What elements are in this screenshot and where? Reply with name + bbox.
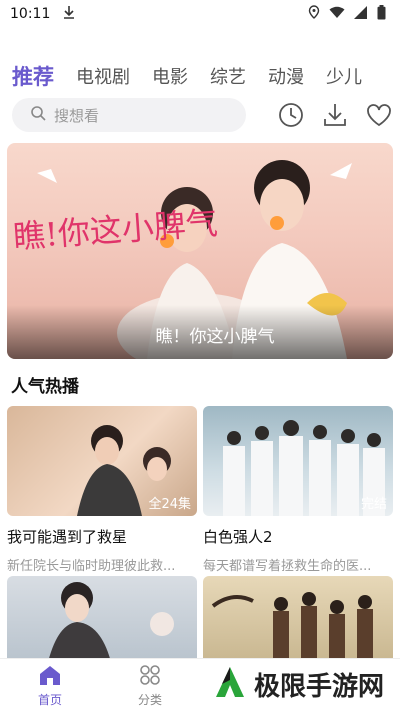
battery-icon bbox=[377, 4, 386, 24]
nav-category[interactable]: 分类 bbox=[100, 659, 200, 712]
site-watermark: 极限手游网 bbox=[207, 662, 392, 706]
watermark-logo-icon bbox=[212, 664, 248, 704]
grid-icon bbox=[139, 664, 161, 689]
category-tabs: 推荐 电视剧 电影 综艺 动漫 少儿 bbox=[0, 56, 400, 96]
download-notification-icon bbox=[62, 5, 76, 23]
show-thumbnail: 全24集 bbox=[7, 406, 197, 516]
tab-movies[interactable]: 电影 bbox=[152, 63, 188, 89]
show-card[interactable]: 全24集 我可能遇到了救星 新任院长与临时助理彼此救... bbox=[7, 406, 197, 574]
status-bar: 10:11 bbox=[0, 0, 400, 28]
signal-icon bbox=[354, 5, 368, 23]
search-row: 搜想看 bbox=[12, 98, 392, 132]
tab-kids[interactable]: 少儿 bbox=[326, 63, 362, 89]
tab-recommend[interactable]: 推荐 bbox=[12, 61, 54, 91]
favorite-icon[interactable] bbox=[366, 102, 392, 128]
show-title: 白色强人2 bbox=[203, 528, 273, 546]
search-placeholder: 搜想看 bbox=[54, 106, 100, 125]
watermark-text: 极限手游网 bbox=[253, 671, 384, 702]
show-card[interactable] bbox=[203, 576, 393, 666]
show-thumbnail bbox=[7, 576, 197, 666]
show-title: 我可能遇到了救星 bbox=[7, 528, 128, 546]
status-badge: 完结 bbox=[360, 497, 387, 512]
nav-category-label: 分类 bbox=[137, 692, 162, 707]
show-description: 新任院长与临时助理彼此救... bbox=[7, 559, 176, 574]
search-input[interactable]: 搜想看 bbox=[12, 98, 246, 132]
show-card[interactable]: 完结 白色强人2 每天都谱写着拯救生命的医... bbox=[203, 406, 393, 574]
search-icon bbox=[30, 105, 46, 125]
tab-variety[interactable]: 综艺 bbox=[210, 63, 246, 89]
section-title: 人气热播 bbox=[11, 377, 79, 397]
nav-home[interactable]: 首页 bbox=[0, 659, 100, 712]
show-thumbnail bbox=[203, 576, 393, 666]
show-description: 每天都谱写着拯救生命的医... bbox=[203, 559, 372, 574]
tab-anime[interactable]: 动漫 bbox=[268, 63, 304, 89]
history-icon[interactable] bbox=[278, 102, 304, 128]
home-icon bbox=[38, 664, 62, 689]
featured-banner[interactable]: 瞧!你这小脾气 瞧！你这小脾气 bbox=[7, 143, 393, 359]
nav-home-label: 首页 bbox=[37, 692, 62, 707]
wifi-icon bbox=[329, 6, 345, 23]
episode-badge: 全24集 bbox=[148, 497, 191, 512]
banner-title: 瞧！你这小脾气 bbox=[7, 305, 393, 359]
show-thumbnail: 完结 bbox=[203, 406, 393, 516]
download-icon[interactable] bbox=[322, 102, 348, 128]
status-time: 10:11 bbox=[10, 6, 51, 22]
location-icon bbox=[308, 5, 320, 23]
show-card[interactable] bbox=[7, 576, 197, 666]
tab-tv-series[interactable]: 电视剧 bbox=[76, 63, 130, 89]
